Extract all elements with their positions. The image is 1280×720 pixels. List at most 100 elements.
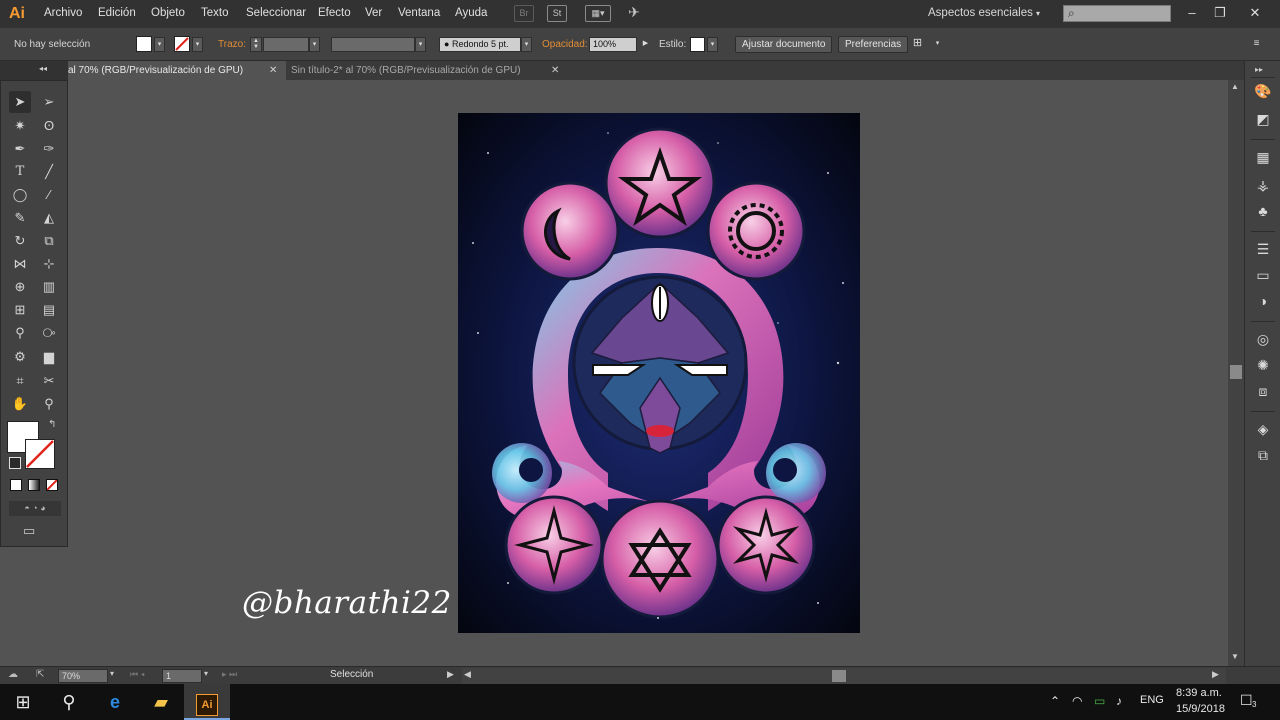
magic-wand-tool-icon[interactable]: ✷ [9,115,31,137]
none-mode-icon[interactable] [46,479,58,491]
illustrator-taskbar-icon[interactable]: Ai [184,684,230,720]
brush-definition-field[interactable]: ● Redondo 5 pt. [439,37,521,52]
hand-tool-icon[interactable]: ✋ [9,393,31,415]
artboard-number-field[interactable]: 1 [162,669,202,683]
menu-objeto[interactable]: Objeto [151,7,185,19]
color-guide-icon[interactable]: ◩ [1253,109,1273,129]
arrange-dropdown[interactable]: ▾ [932,37,943,52]
vertical-scroll-thumb[interactable] [1230,365,1242,379]
fill-dropdown[interactable]: ▾ [154,37,165,52]
close-tab-icon[interactable]: ✕ [269,61,277,80]
scroll-down-icon[interactable]: ▼ [1231,652,1239,661]
menu-archivo[interactable]: Archivo [44,7,82,19]
windows-start-icon[interactable]: ⊞ [0,684,46,720]
menu-ver[interactable]: Ver [365,7,382,19]
preferences-button[interactable]: Preferencias [838,36,909,53]
arrange-documents-icon[interactable]: ▦▾ [585,5,611,22]
column-graph-tool-icon[interactable]: ▆ [38,346,60,368]
free-transform-tool-icon[interactable]: ⊹ [38,253,60,275]
minimize-button[interactable]: – [1182,4,1202,22]
graphic-style-swatch[interactable] [690,37,705,52]
expand-panels-icon[interactable]: ▸▸ [1255,65,1263,74]
layers-icon[interactable]: ◈ [1253,419,1273,439]
artboards-icon[interactable]: ⧉ [1253,445,1273,465]
ellipse-tool-icon[interactable]: ◯ [9,184,31,206]
default-colors-icon[interactable] [9,457,21,469]
menu-efecto[interactable]: Efecto [318,7,351,19]
tools-panel-header[interactable]: ◂◂ [0,61,68,80]
taskbar-search-icon[interactable]: ⚲ [46,684,92,720]
clock-date[interactable]: 15/9/2018 [1176,703,1225,715]
first-artboard-icon[interactable]: ⏮ ◂ [130,669,145,680]
paintbrush-tool-icon[interactable]: ⁄ [38,184,60,206]
share-icon[interactable]: ⇱ [36,669,44,680]
arrange-icon[interactable]: ⊞ [912,37,923,52]
symbols-icon[interactable]: ♣ [1253,201,1273,221]
collapse-panel-icon[interactable]: ◂◂ [39,64,47,73]
horizontal-scroll-thumb[interactable] [832,670,846,682]
scale-tool-icon[interactable]: ⧉ [38,230,60,252]
type-tool-icon[interactable]: T [9,161,31,183]
gradient-tool-icon[interactable]: ▤ [38,299,60,321]
fill-swatch[interactable] [136,36,152,52]
direct-selection-tool-icon[interactable]: ➢ [38,91,60,113]
zoom-tool-icon[interactable]: ⚲ [38,393,60,415]
pencil-tool-icon[interactable]: ✎ [9,207,31,229]
curvature-tool-icon[interactable]: ✑ [38,138,60,160]
color-mode-icon[interactable] [10,479,22,491]
width-tool-icon[interactable]: ⋈ [9,253,31,275]
edge-browser-icon[interactable]: e [92,684,138,720]
appearance-icon[interactable]: ◎ [1253,329,1273,349]
opacity-field[interactable]: 100% [589,37,637,52]
fit-document-button[interactable]: Ajustar documento [735,36,833,53]
opacity-label[interactable]: Opacidad: [542,39,588,50]
bridge-icon[interactable]: Br [514,5,534,22]
workspace-switcher[interactable]: Aspectos esenciales ▾ [928,7,1040,19]
restore-button[interactable]: ❐ [1210,4,1230,22]
pen-tool-icon[interactable]: ✒ [9,138,31,160]
variable-width-field[interactable] [331,37,415,52]
scroll-left-icon[interactable]: ◀ [464,669,471,680]
horizontal-scrollbar[interactable]: ◀ ▶ [462,668,1226,684]
vertical-scrollbar[interactable]: ▲ ▼ [1228,80,1244,666]
style-dropdown[interactable]: ▾ [707,37,718,52]
stroke-swatch[interactable] [174,36,190,52]
scroll-right-icon[interactable]: ▶ [1212,669,1219,680]
wifi-icon[interactable]: ◠ [1072,694,1082,708]
menu-ventana[interactable]: Ventana [398,7,440,19]
action-center-icon[interactable]: ☐ [1240,692,1253,709]
menu-edicion[interactable]: Edición [98,7,136,19]
stroke-color-box[interactable] [25,439,55,469]
rotate-tool-icon[interactable]: ↻ [9,230,31,252]
selection-tool-icon[interactable]: ➤ [9,91,31,113]
eyedropper-tool-icon[interactable]: ⚲ [9,322,31,344]
tab-document-2[interactable]: Sin título-2* al 70% (RGB/Previsualizaci… [291,61,563,80]
gradient-mode-icon[interactable] [28,479,40,491]
symbol-sprayer-tool-icon[interactable]: ⚙ [9,346,31,368]
brushes-icon[interactable]: ⚶ [1253,175,1273,195]
transparency-icon[interactable]: ◑ [1253,291,1273,311]
swap-fill-stroke-icon[interactable]: ↰ [48,419,56,430]
show-hidden-icons-icon[interactable]: ⌃ [1050,694,1060,708]
stroke-weight-dropdown[interactable]: ▾ [309,37,320,52]
opacity-arrow-icon[interactable]: ▶ [640,37,651,52]
volume-icon[interactable]: ♪ [1116,694,1122,708]
stroke-label[interactable]: Trazo: [218,39,246,50]
menu-ayuda[interactable]: Ayuda [455,7,487,19]
artboard[interactable] [458,113,860,633]
eraser-tool-icon[interactable]: ◭ [38,207,60,229]
last-artboard-icon[interactable]: ▸ ⏭ [222,669,237,680]
search-help-input[interactable]: ⌕ [1063,5,1171,22]
zoom-field[interactable]: 70% [58,669,108,683]
drawing-mode-icon[interactable]: ◓ ◔ ◕ [9,501,61,516]
panel-menu-icon[interactable]: ≡ [1251,37,1262,52]
battery-icon[interactable]: ▭ [1094,694,1105,708]
brush-feather-icon[interactable]: ✈ [624,5,644,22]
graphic-styles-icon[interactable]: ✺ [1253,355,1273,375]
perspective-grid-tool-icon[interactable]: ▥ [38,276,60,298]
clock-time[interactable]: 8:39 a.m. [1176,687,1222,699]
brush-dropdown[interactable]: ▾ [521,37,532,52]
stroke-weight-stepper[interactable]: ▲ ▼ [250,37,262,52]
line-tool-icon[interactable]: ╱ [38,161,60,183]
artboard-tool-icon[interactable]: ⌗ [9,370,31,392]
